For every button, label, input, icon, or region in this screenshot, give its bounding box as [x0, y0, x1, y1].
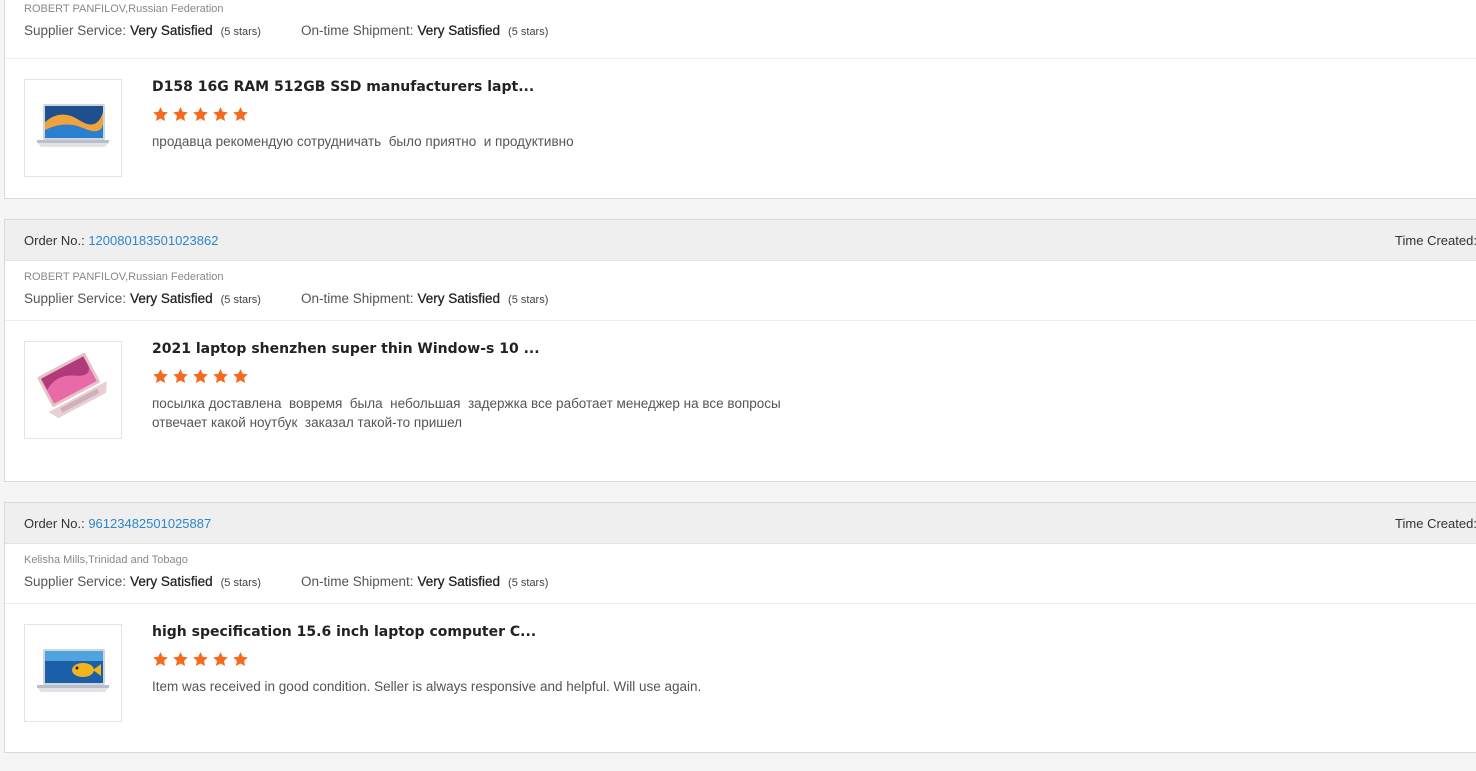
star-icon	[173, 107, 188, 121]
time-created: Time Created: 20	[1395, 232, 1476, 248]
review-item: 2021 laptop shenzhen super thin Window-s…	[5, 321, 1476, 439]
supplier-service-stars: (5 stars)	[220, 577, 261, 589]
order-info: Order No.: 120080183501023862	[24, 233, 218, 248]
star-rating	[152, 651, 701, 671]
order-number-link[interactable]: 120080183501023862	[88, 233, 218, 248]
star-icon	[233, 652, 248, 666]
shipment-stars: (5 stars)	[508, 26, 549, 38]
supplier-service-value: Very Satisfied	[130, 291, 213, 306]
star-icon	[173, 652, 188, 666]
supplier-service-stars: (5 stars)	[220, 294, 261, 306]
order-label: Order No.:	[24, 515, 85, 531]
buyer-name: Kelisha Mills,Trinidad and Tobago	[24, 554, 188, 566]
product-thumbnail[interactable]	[24, 341, 122, 439]
review-meta: ROBERT PANFILOV,Russian Federation Suppl…	[5, 0, 1476, 59]
star-icon	[193, 107, 208, 121]
review-comment: Item was received in good condition. Sel…	[152, 679, 702, 694]
star-icon	[153, 369, 168, 383]
shipment-label: On-time Shipment:	[300, 291, 414, 306]
star-rating	[152, 106, 574, 126]
supplier-service-label: Supplier Service:	[24, 574, 127, 589]
shipment-value: Very Satisfied	[417, 23, 501, 38]
review-meta: Kelisha Mills,Trinidad and Tobago Suppli…	[5, 544, 1476, 604]
star-icon	[233, 369, 248, 383]
order-label: Order No.:	[24, 232, 85, 248]
shipment-rating: On-time Shipment: Very Satisfied (5 star…	[301, 16, 548, 58]
supplier-service-value: Very Satisfied	[130, 574, 213, 589]
shipment-label: On-time Shipment:	[300, 23, 414, 38]
supplier-service-rating: Supplier Service: Very Satisfied (5 star…	[24, 16, 261, 58]
star-icon	[213, 369, 228, 383]
review-item: high specification 15.6 inch laptop comp…	[5, 604, 1476, 722]
review-card: ROBERT PANFILOV,Russian Federation Suppl…	[4, 0, 1476, 199]
star-rating	[152, 368, 781, 388]
product-thumbnail[interactable]	[24, 624, 122, 722]
review-comment: продавца рекомендую сотрудничать было пр…	[152, 134, 574, 149]
rating-summary: Supplier Service: Very Satisfied (5 star…	[24, 16, 1476, 58]
shipment-stars: (5 stars)	[508, 577, 549, 589]
rating-summary: Supplier Service: Very Satisfied (5 star…	[24, 284, 1476, 320]
supplier-service-rating: Supplier Service: Very Satisfied (5 star…	[24, 284, 261, 320]
review-content: D158 16G RAM 512GB SSD manufacturers lap…	[152, 77, 574, 151]
product-title-link[interactable]: high specification 15.6 inch laptop comp…	[152, 622, 701, 642]
shipment-label: On-time Shipment:	[300, 574, 414, 589]
supplier-service-stars: (5 stars)	[220, 26, 261, 38]
laptop-pink-icon	[37, 352, 107, 419]
supplier-service-label: Supplier Service:	[24, 291, 127, 306]
review-card: Order No.: 120080183501023862 Time Creat…	[4, 219, 1476, 482]
order-header: Order No.: 96123482501025887 Time Create…	[5, 503, 1476, 544]
star-icon	[153, 107, 168, 121]
review-comment: посылка доставлена вовремя была небольша…	[152, 396, 781, 430]
product-title-link[interactable]: D158 16G RAM 512GB SSD manufacturers lap…	[152, 77, 574, 97]
supplier-reviews-page: ROBERT PANFILOV,Russian Federation Suppl…	[0, 0, 1476, 771]
star-icon	[153, 652, 168, 666]
supplier-service-rating: Supplier Service: Very Satisfied (5 star…	[24, 567, 261, 603]
review-content: 2021 laptop shenzhen super thin Window-s…	[152, 339, 781, 432]
rating-summary: Supplier Service: Very Satisfied (5 star…	[24, 567, 1476, 603]
buyer-name: ROBERT PANFILOV,Russian Federation	[24, 271, 224, 283]
shipment-value: Very Satisfied	[417, 291, 501, 306]
shipment-rating: On-time Shipment: Very Satisfied (5 star…	[301, 284, 548, 320]
shipment-rating: On-time Shipment: Very Satisfied (5 star…	[301, 567, 548, 603]
review-item: D158 16G RAM 512GB SSD manufacturers lap…	[5, 59, 1476, 177]
shipment-stars: (5 stars)	[508, 294, 549, 306]
review-meta: ROBERT PANFILOV,Russian Federation Suppl…	[5, 261, 1476, 321]
laptop-fish-wallpaper-icon	[37, 649, 109, 692]
star-icon	[213, 652, 228, 666]
shipment-value: Very Satisfied	[417, 574, 501, 589]
star-icon	[193, 369, 208, 383]
product-title-link[interactable]: 2021 laptop shenzhen super thin Window-s…	[152, 339, 781, 359]
order-info: Order No.: 96123482501025887	[24, 516, 211, 531]
order-number-link[interactable]: 96123482501025887	[88, 516, 211, 531]
star-icon	[233, 107, 248, 121]
review-card: Order No.: 96123482501025887 Time Create…	[4, 502, 1476, 753]
star-icon	[213, 107, 228, 121]
star-icon	[193, 652, 208, 666]
supplier-service-label: Supplier Service:	[24, 23, 127, 38]
supplier-service-value: Very Satisfied	[130, 23, 213, 38]
review-content: high specification 15.6 inch laptop comp…	[152, 622, 701, 696]
star-icon	[173, 369, 188, 383]
order-header: Order No.: 120080183501023862 Time Creat…	[5, 220, 1476, 261]
buyer-name: ROBERT PANFILOV,Russian Federation	[24, 3, 224, 15]
page-bottom-background	[0, 753, 1476, 771]
product-thumbnail[interactable]	[24, 79, 122, 177]
time-created: Time Created: 20	[1395, 515, 1476, 531]
laptop-blue-wallpaper-icon	[37, 104, 109, 147]
